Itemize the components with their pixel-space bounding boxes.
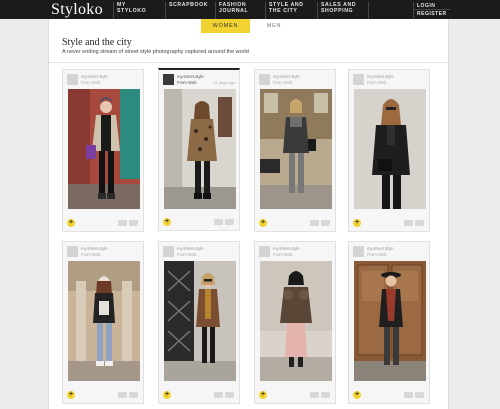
like-icon[interactable] xyxy=(214,219,223,225)
like-icon[interactable] xyxy=(118,392,127,398)
card-timestamp: 27 days ago xyxy=(213,80,235,85)
photo-woman-leopard-coat xyxy=(164,89,236,209)
add-to-scrapbook-button[interactable]: + xyxy=(259,219,267,227)
register-link[interactable]: REGISTER xyxy=(414,10,451,18)
photo-woman-wooden-door xyxy=(354,261,426,381)
card-username[interactable]: my.street.style xyxy=(367,246,394,251)
avatar[interactable] xyxy=(67,74,78,85)
add-to-scrapbook-button[interactable]: + xyxy=(353,391,361,399)
card-source: From Web xyxy=(177,252,197,257)
photo-card[interactable]: my.street.style From Web 27 days ago + xyxy=(158,68,240,231)
nav-label: SCRAPBOOK xyxy=(169,2,209,8)
card-source: From Web xyxy=(177,80,197,85)
avatar[interactable] xyxy=(259,74,270,85)
nav-label: JOURNAL xyxy=(219,8,249,14)
auth-links: LOGIN REGISTER xyxy=(413,2,451,18)
add-to-scrapbook-button[interactable]: + xyxy=(353,219,361,227)
add-to-scrapbook-button[interactable]: + xyxy=(67,391,75,399)
nav-sales-and-shopping[interactable]: SALES AND SHOPPING xyxy=(317,2,369,19)
like-icon[interactable] xyxy=(118,220,127,226)
share-icon[interactable] xyxy=(225,219,234,225)
card-source: From Web xyxy=(81,252,101,257)
divider xyxy=(49,62,450,63)
photo-woman-grey-coat-street xyxy=(260,89,332,209)
page-subtitle: A never ending stream of street style ph… xyxy=(62,49,249,55)
photo-card[interactable]: my.street.style From Web + xyxy=(254,241,336,404)
card-source: From Web xyxy=(81,80,101,85)
card-username[interactable]: my.street.style xyxy=(177,246,204,251)
photo-card[interactable]: my.street.style From Web + xyxy=(62,241,144,404)
avatar[interactable] xyxy=(353,74,364,85)
nav-scrapbook[interactable]: SCRAPBOOK xyxy=(165,2,215,19)
add-to-scrapbook-button[interactable]: + xyxy=(163,218,171,226)
street-style-photo[interactable] xyxy=(164,89,236,209)
avatar[interactable] xyxy=(67,246,78,257)
avatar[interactable] xyxy=(163,74,174,85)
tab-men[interactable]: MEN xyxy=(254,19,294,33)
like-icon[interactable] xyxy=(310,392,319,398)
photo-card[interactable]: my.street.style From Web + xyxy=(62,69,144,232)
photo-woman-leather-jacket xyxy=(354,89,426,209)
street-style-photo[interactable] xyxy=(354,89,426,209)
street-style-photo[interactable] xyxy=(260,261,332,381)
share-icon[interactable] xyxy=(129,392,138,398)
photo-card[interactable]: my.street.style From Web + xyxy=(254,69,336,232)
avatar[interactable] xyxy=(259,246,270,257)
card-username[interactable]: my.street.style xyxy=(273,74,300,79)
nav-my-styloko[interactable]: MY STYLOKO xyxy=(113,2,165,19)
street-style-photo[interactable] xyxy=(354,261,426,381)
nav-style-and-the-city[interactable]: STYLE AND THE CITY xyxy=(265,2,317,19)
card-username[interactable]: my.street.style xyxy=(273,246,300,251)
page-title: Style and the city xyxy=(62,37,132,48)
photo-card[interactable]: my.street.style From Web + xyxy=(158,241,240,404)
tab-women[interactable]: WOMEN xyxy=(201,19,250,33)
like-icon[interactable] xyxy=(404,392,413,398)
like-icon[interactable] xyxy=(404,220,413,226)
add-to-scrapbook-button[interactable]: + xyxy=(259,391,267,399)
gender-tabs: WOMEN MEN xyxy=(49,19,450,33)
card-source: From Web xyxy=(367,80,387,85)
content-panel: WOMEN MEN Style and the city A never end… xyxy=(48,19,450,409)
like-icon[interactable] xyxy=(310,220,319,226)
share-icon[interactable] xyxy=(129,220,138,226)
card-source: From Web xyxy=(273,252,293,257)
card-source: From Web xyxy=(367,252,387,257)
photo-woman-beanie-column xyxy=(68,261,140,381)
share-icon[interactable] xyxy=(321,392,330,398)
photo-woman-iron-gate xyxy=(164,261,236,381)
card-username[interactable]: my.street.style xyxy=(81,74,108,79)
card-username[interactable]: my.street.style xyxy=(81,246,108,251)
share-icon[interactable] xyxy=(225,392,234,398)
nav-label: THE CITY xyxy=(269,8,298,14)
street-style-photo[interactable] xyxy=(260,89,332,209)
top-navigation-bar: Styloko MY STYLOKO SCRAPBOOK FASHION JOU… xyxy=(0,0,500,19)
street-style-photo[interactable] xyxy=(68,89,140,209)
styloko-logo[interactable]: Styloko xyxy=(51,1,103,19)
photo-card[interactable]: my.street.style From Web + xyxy=(348,69,430,232)
avatar[interactable] xyxy=(353,246,364,257)
photo-woman-fur-jacket xyxy=(260,261,332,381)
photo-card[interactable]: my.street.style From Web + xyxy=(348,241,430,404)
photo-woman-denim-jacket xyxy=(68,89,140,209)
like-icon[interactable] xyxy=(214,392,223,398)
nav-label: SHOPPING xyxy=(321,8,354,14)
street-style-photo[interactable] xyxy=(68,261,140,381)
card-username[interactable]: my.street.style xyxy=(367,74,394,79)
share-icon[interactable] xyxy=(321,220,330,226)
nav-label: STYLOKO xyxy=(117,8,147,14)
card-source: From Web xyxy=(273,80,293,85)
nav-fashion-journal[interactable]: FASHION JOURNAL xyxy=(215,2,265,19)
avatar[interactable] xyxy=(163,246,174,257)
add-to-scrapbook-button[interactable]: + xyxy=(163,391,171,399)
card-username[interactable]: my.street.style xyxy=(177,74,204,79)
share-icon[interactable] xyxy=(415,220,424,226)
login-link[interactable]: LOGIN xyxy=(414,2,451,10)
street-style-photo[interactable] xyxy=(164,261,236,381)
share-icon[interactable] xyxy=(415,392,424,398)
add-to-scrapbook-button[interactable]: + xyxy=(67,219,75,227)
